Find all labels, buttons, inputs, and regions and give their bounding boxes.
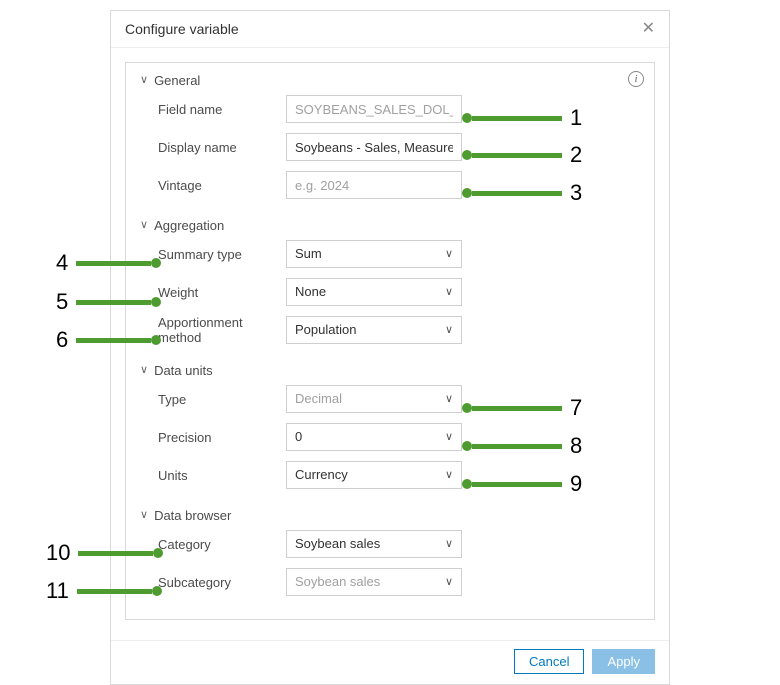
du-type-select: Decimal ∨: [286, 385, 462, 413]
weight-select[interactable]: None ∨: [286, 278, 462, 306]
row-category: Category Soybean sales ∨: [140, 527, 640, 561]
row-units: Units Currency ∨: [140, 458, 640, 492]
category-value: Soybean sales: [295, 531, 380, 557]
config-panel: i ∨ General Field name Display name Vint…: [125, 62, 655, 620]
category-label: Category: [140, 537, 286, 552]
du-type-label: Type: [140, 392, 286, 407]
weight-value: None: [295, 279, 326, 305]
precision-label: Precision: [140, 430, 286, 445]
callout-number: 4: [48, 250, 76, 276]
vintage-input[interactable]: [286, 171, 462, 199]
cancel-button[interactable]: Cancel: [514, 649, 584, 674]
field-name-label: Field name: [140, 102, 286, 117]
chevron-down-icon: ∨: [445, 317, 453, 343]
row-apportionment: Apportionment method Population ∨: [140, 313, 640, 347]
summary-type-label: Summary type: [140, 247, 286, 262]
section-aggregation-header[interactable]: ∨ Aggregation: [140, 218, 640, 233]
chevron-down-icon: ∨: [140, 73, 148, 86]
display-name-input[interactable]: [286, 133, 462, 161]
chevron-down-icon: ∨: [445, 569, 453, 595]
callout-number: 5: [48, 289, 76, 315]
callout-number: 6: [48, 327, 76, 353]
row-summary-type: Summary type Sum ∨: [140, 237, 640, 271]
chevron-down-icon: ∨: [140, 363, 148, 376]
units-select[interactable]: Currency ∨: [286, 461, 462, 489]
weight-label: Weight: [140, 285, 286, 300]
section-data-browser-header[interactable]: ∨ Data browser: [140, 508, 640, 523]
row-subcategory: Subcategory Soybean sales ∨: [140, 565, 640, 599]
units-value: Currency: [295, 462, 348, 488]
dialog-header: Configure variable ✕: [111, 11, 669, 48]
apportionment-value: Population: [295, 317, 356, 343]
section-data-browser-label: Data browser: [154, 508, 231, 523]
section-general-label: General: [154, 73, 200, 88]
subcategory-label: Subcategory: [140, 575, 286, 590]
chevron-down-icon: ∨: [140, 508, 148, 521]
close-icon[interactable]: ✕: [642, 21, 655, 37]
section-data-units-header[interactable]: ∨ Data units: [140, 363, 640, 378]
section-aggregation-label: Aggregation: [154, 218, 224, 233]
row-weight: Weight None ∨: [140, 275, 640, 309]
section-data-units-label: Data units: [154, 363, 213, 378]
subcategory-value: Soybean sales: [295, 569, 380, 595]
summary-type-select[interactable]: Sum ∨: [286, 240, 462, 268]
chevron-down-icon: ∨: [140, 218, 148, 231]
chevron-down-icon: ∨: [445, 531, 453, 557]
precision-value: 0: [295, 424, 302, 450]
dialog-body: i ∨ General Field name Display name Vint…: [111, 48, 669, 634]
apportionment-select[interactable]: Population ∨: [286, 316, 462, 344]
info-icon[interactable]: i: [628, 71, 644, 87]
category-select[interactable]: Soybean sales ∨: [286, 530, 462, 558]
row-display-name: Display name: [140, 130, 640, 164]
chevron-down-icon: ∨: [445, 424, 453, 450]
summary-type-value: Sum: [295, 241, 322, 267]
subcategory-select: Soybean sales ∨: [286, 568, 462, 596]
chevron-down-icon: ∨: [445, 462, 453, 488]
callout-number: 11: [38, 578, 77, 604]
row-precision: Precision 0 ∨: [140, 420, 640, 454]
units-label: Units: [140, 468, 286, 483]
section-general-header[interactable]: ∨ General: [140, 73, 640, 88]
dialog-title: Configure variable: [125, 21, 239, 37]
row-field-name: Field name: [140, 92, 640, 126]
du-type-value: Decimal: [295, 386, 342, 412]
chevron-down-icon: ∨: [445, 279, 453, 305]
configure-variable-dialog: Configure variable ✕ i ∨ General Field n…: [110, 10, 670, 685]
apportionment-label: Apportionment method: [140, 315, 286, 345]
precision-select[interactable]: 0 ∨: [286, 423, 462, 451]
row-du-type: Type Decimal ∨: [140, 382, 640, 416]
chevron-down-icon: ∨: [445, 241, 453, 267]
dialog-footer: Cancel Apply: [111, 640, 669, 684]
chevron-down-icon: ∨: [445, 386, 453, 412]
apply-button[interactable]: Apply: [592, 649, 655, 674]
field-name-input: [286, 95, 462, 123]
vintage-label: Vintage: [140, 178, 286, 193]
display-name-label: Display name: [140, 140, 286, 155]
row-vintage: Vintage: [140, 168, 640, 202]
callout-number: 10: [38, 540, 78, 566]
